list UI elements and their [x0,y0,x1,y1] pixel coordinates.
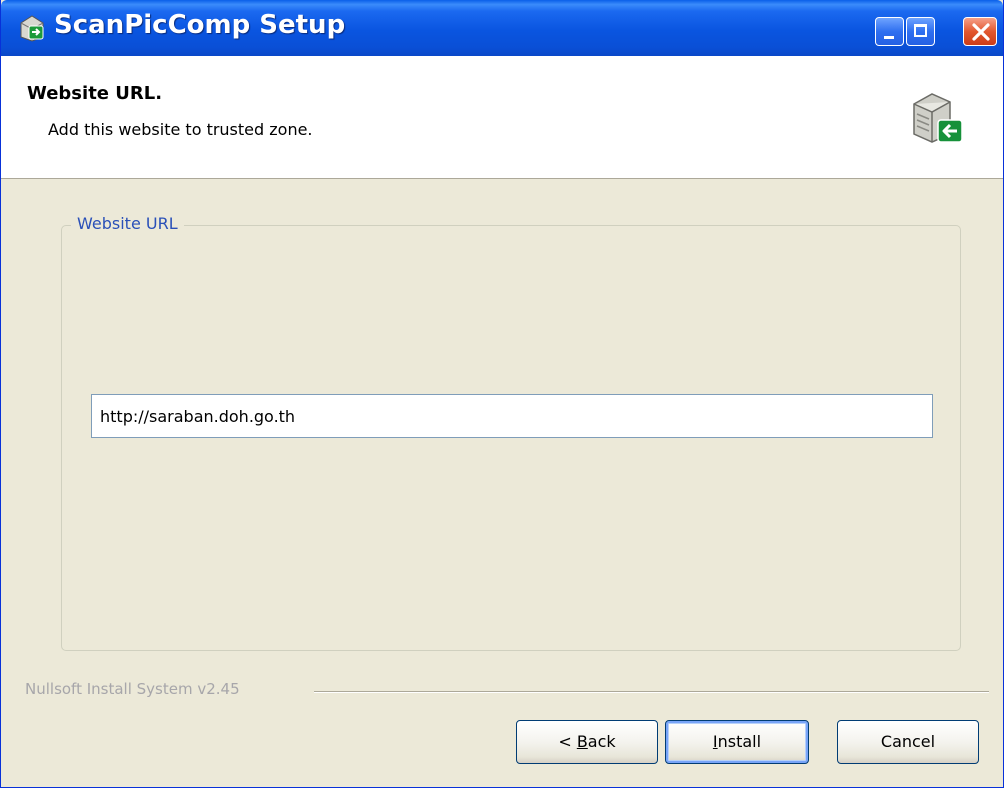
cancel-button[interactable]: Cancel [837,720,979,764]
footer-divider [314,691,989,693]
group-label: Website URL [71,214,184,233]
minimize-button[interactable] [875,17,904,46]
back-button-accel: B [576,732,588,751]
server-install-icon [913,93,963,143]
title-bar[interactable]: ScanPicComp Setup [1,0,1003,56]
page-title: Website URL. [27,83,163,104]
header-panel: Website URL. Add this website to trusted… [1,56,1003,179]
back-button-rest: ack [587,732,616,751]
website-url-group [61,225,961,651]
install-button[interactable]: Install [665,720,809,764]
window-title: ScanPicComp Setup [54,10,346,40]
installer-window: ScanPicComp Setup Website URL. Add this … [0,0,1004,788]
close-button[interactable] [963,17,997,46]
back-button[interactable]: < Back [516,720,658,764]
install-button-rest: nstall [717,732,762,751]
minimize-icon [884,36,894,39]
website-url-input[interactable] [91,394,933,438]
back-button-prefix: < [558,732,577,751]
maximize-button[interactable] [906,17,935,46]
installer-icon [20,15,44,42]
maximize-icon [914,24,927,37]
page-subtitle: Add this website to trusted zone. [48,120,313,139]
nsis-branding: Nullsoft Install System v2.45 [25,680,240,698]
close-icon [972,23,990,41]
